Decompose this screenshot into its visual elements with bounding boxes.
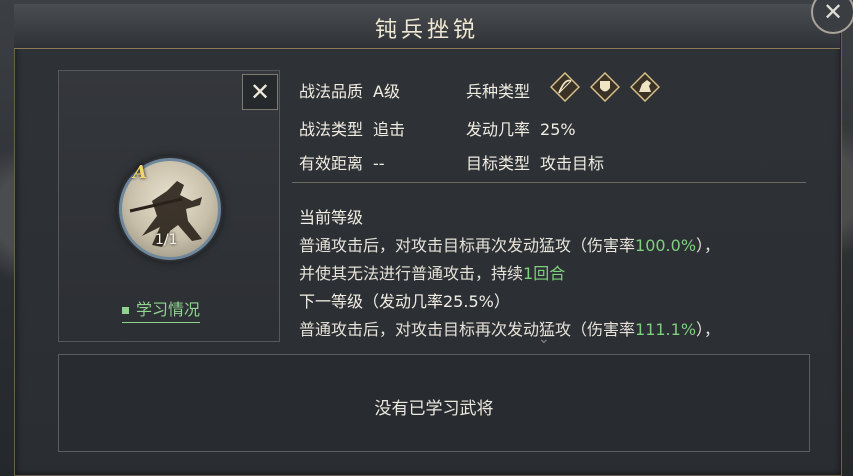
cavalry-troop-icon [630,72,660,102]
title-bar: 钝兵挫锐 [14,4,840,49]
skill-level: 1/1 [155,232,178,248]
page-title: 钝兵挫锐 [374,18,479,43]
troop-type-label: 兵种类型 [466,82,531,101]
next-effect-line1: 普通攻击后，对攻击目标再次发动猛攻（伤害率111.1%）， [299,320,721,339]
square-bullet-icon [122,307,129,314]
current-level-heading: 当前等级 [299,208,364,227]
empty-message: 没有已学习武将 [374,399,494,419]
chevron-down-icon[interactable]: ⌄ [538,331,550,347]
range-row: 有效距离 -- [299,154,385,173]
current-effect-line1: 普通攻击后，对攻击目标再次发动猛攻（伤害率100.0%）， [299,236,721,255]
shield-troop-icon [590,72,620,102]
skill-grade: A [133,162,147,183]
target-row: 目标类型 攻击目标 [466,154,605,173]
bow-troop-icon [550,72,580,102]
type-row: 战法类型 追击 [299,120,406,139]
current-effect-line2: 并使其无法进行普通攻击，持续1回合 [299,264,566,283]
close-card-button[interactable]: ✕ [242,74,278,110]
troop-icons [550,72,660,102]
divider [292,182,806,183]
rate-row: 发动几率 25% [466,120,576,139]
learn-status-link[interactable]: 学习情况 [122,296,201,323]
learn-status-label: 学习情况 [136,300,201,319]
learned-generals-box: 没有已学习武将 [58,354,810,452]
next-level-heading: 下一等级（发动几率25.5%） [299,292,510,311]
quality-row: 战法品质 A级 [299,82,400,101]
